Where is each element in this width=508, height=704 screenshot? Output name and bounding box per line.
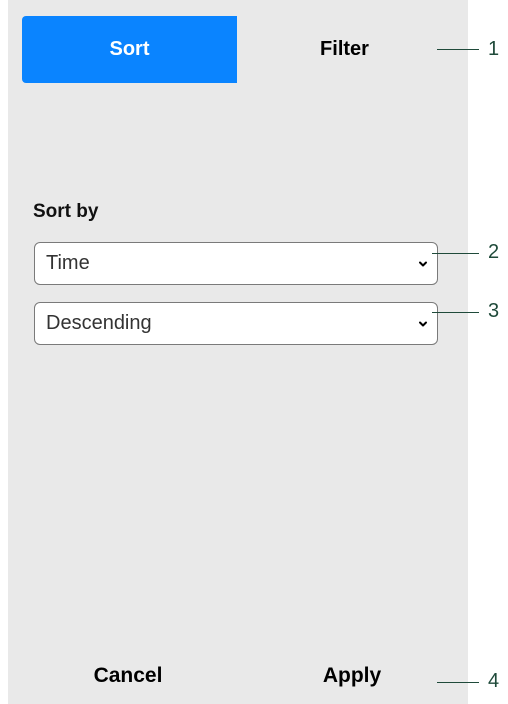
sort-field-select[interactable]: Time — [34, 242, 438, 285]
callout-number-3: 3 — [488, 300, 500, 322]
callout-line-2 — [432, 253, 479, 254]
callout-number-1: 1 — [488, 38, 500, 60]
chevron-down-icon — [418, 319, 428, 329]
sort-order-value: Descending — [46, 312, 152, 334]
chevron-down-icon — [418, 259, 428, 269]
tab-filter[interactable]: Filter — [237, 16, 452, 83]
tab-sort-label: Sort — [109, 38, 150, 60]
callout-line-1 — [437, 49, 479, 50]
callout-number-2: 2 — [488, 241, 500, 263]
callout-line-3 — [432, 312, 479, 313]
sort-by-heading: Sort by — [33, 201, 99, 222]
cancel-button[interactable]: Cancel — [38, 664, 218, 688]
apply-button[interactable]: Apply — [262, 664, 442, 688]
sort-order-select[interactable]: Descending — [34, 302, 438, 345]
tab-sort[interactable]: Sort — [22, 16, 237, 83]
sort-filter-panel — [8, 0, 468, 704]
sort-field-value: Time — [46, 252, 90, 274]
callout-line-4 — [437, 682, 479, 683]
callout-number-4: 4 — [488, 670, 500, 692]
tab-filter-label: Filter — [320, 38, 369, 60]
